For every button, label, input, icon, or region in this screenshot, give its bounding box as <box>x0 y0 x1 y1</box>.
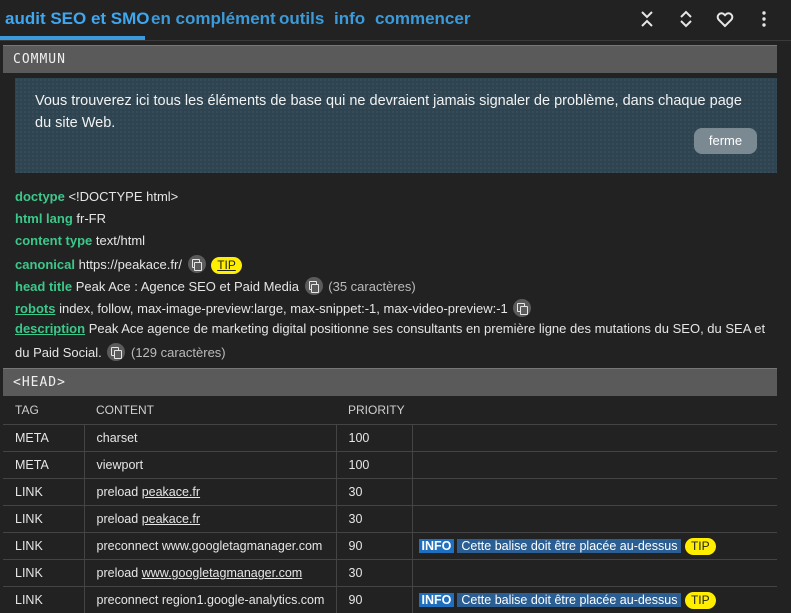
content-cell: viewport <box>84 452 336 479</box>
note-cell: INFOCette balise doit être placée au-des… <box>412 587 777 613</box>
priority-cell: 30 <box>336 479 412 506</box>
meta-html-lang: html lang fr-FR <box>15 211 106 226</box>
tag-cell: LINK <box>3 479 84 506</box>
char-count: (129 caractères) <box>131 345 226 360</box>
meta-value: fr-FR <box>76 211 106 226</box>
table-row: LINK preconnect www.googletagmanager.com… <box>3 533 777 560</box>
meta-head-title: head title Peak Ace : Agence SEO et Paid… <box>15 277 416 295</box>
tip-badge[interactable]: TIP <box>211 257 242 274</box>
info-badge: INFO <box>419 539 455 553</box>
table-row: LINK preload www.googletagmanager.com 30 <box>3 560 777 587</box>
collapse-all-icon[interactable] <box>637 9 657 29</box>
meta-value: du Paid Social. <box>15 345 102 360</box>
priority-cell: 90 <box>336 533 412 560</box>
notice-text: Vous trouverez ici tous les éléments de … <box>35 93 742 131</box>
note-cell <box>412 560 777 587</box>
table-row: META viewport 100 <box>3 452 777 479</box>
content-prefix: preload <box>97 485 139 499</box>
table-row: META charset 100 <box>3 425 777 452</box>
table-header-row: TAG CONTENT PRIORITY <box>3 396 777 425</box>
priority-cell: 100 <box>336 452 412 479</box>
column-header-empty <box>412 396 777 425</box>
tag-cell: LINK <box>3 560 84 587</box>
tag-cell: LINK <box>3 506 84 533</box>
meta-key: content type <box>15 233 92 248</box>
content-link[interactable]: www.googletagmanager.com <box>142 566 303 580</box>
content-link[interactable]: peakace.fr <box>142 512 200 526</box>
meta-value: <!DOCTYPE html> <box>68 189 178 204</box>
meta-content-type: content type text/html <box>15 233 145 248</box>
meta-description: description Peak Ace agence de marketing… <box>15 321 765 336</box>
meta-value: Peak Ace : Agence SEO et Paid Media <box>76 279 299 294</box>
note-cell: INFOCette balise doit être placée au-des… <box>412 533 777 560</box>
info-badge: INFO <box>419 593 455 607</box>
content-cell: preload peakace.fr <box>84 506 336 533</box>
tip-badge[interactable]: TIP <box>685 538 716 555</box>
priority-cell: 30 <box>336 506 412 533</box>
meta-value: index, follow, max-image-preview:large, … <box>59 301 508 316</box>
table-row: LINK preload peakace.fr 30 <box>3 479 777 506</box>
heart-icon[interactable] <box>715 9 735 29</box>
meta-robots: robots index, follow, max-image-preview:… <box>15 299 533 317</box>
info-message: Cette balise doit être placée au-dessus <box>457 539 681 553</box>
priority-cell: 30 <box>336 560 412 587</box>
tab-audit-seo[interactable]: audit SEO et SMO <box>5 9 150 29</box>
table-row: LINK preload peakace.fr 30 <box>3 506 777 533</box>
tag-cell: LINK <box>3 533 84 560</box>
info-message: Cette balise doit être placée au-dessus <box>457 593 681 607</box>
top-nav: audit SEO et SMO en complément outils in… <box>0 0 791 41</box>
content-cell: preload peakace.fr <box>84 479 336 506</box>
section-commun-header[interactable]: COMMUN <box>3 45 777 73</box>
description-link[interactable]: description <box>15 321 85 336</box>
note-cell <box>412 452 777 479</box>
more-vertical-icon[interactable] <box>754 9 774 29</box>
meta-value: https://peakace.fr/ <box>79 257 182 272</box>
copy-icon[interactable] <box>107 343 125 361</box>
note-cell <box>412 425 777 452</box>
column-header: PRIORITY <box>336 396 412 425</box>
content-prefix: preload <box>97 512 139 526</box>
meta-key: html lang <box>15 211 73 226</box>
content-prefix: preload <box>97 566 139 580</box>
meta-description-cont: du Paid Social. (129 caractères) <box>15 343 226 361</box>
meta-canonical: canonical https://peakace.fr/ TIP <box>15 255 242 274</box>
note-cell <box>412 506 777 533</box>
tab-commencer[interactable]: commencer <box>375 9 470 29</box>
tag-cell: LINK <box>3 587 84 613</box>
content-cell: preconnect www.googletagmanager.com <box>84 533 336 560</box>
tag-cell: META <box>3 425 84 452</box>
info-notice: Vous trouverez ici tous les éléments de … <box>15 78 777 173</box>
tag-cell: META <box>3 452 84 479</box>
head-tags-table: TAG CONTENT PRIORITY META charset 100 ME… <box>3 396 777 613</box>
meta-doctype: doctype <!DOCTYPE html> <box>15 189 178 204</box>
robots-link[interactable]: robots <box>15 301 55 316</box>
meta-value: text/html <box>96 233 145 248</box>
content-cell: preload www.googletagmanager.com <box>84 560 336 587</box>
tab-complement[interactable]: en complément <box>151 9 276 29</box>
tab-outils[interactable]: outils <box>279 9 324 29</box>
tip-badge[interactable]: TIP <box>685 592 716 609</box>
note-cell <box>412 479 777 506</box>
priority-cell: 90 <box>336 587 412 613</box>
content-cell: preconnect region1.google-analytics.com <box>84 587 336 613</box>
tab-info[interactable]: info <box>334 9 365 29</box>
meta-key: canonical <box>15 257 75 272</box>
column-header: CONTENT <box>84 396 336 425</box>
copy-icon[interactable] <box>188 255 206 273</box>
table-row: LINK preconnect region1.google-analytics… <box>3 587 777 613</box>
char-count: (35 caractères) <box>328 279 415 294</box>
meta-key: head title <box>15 279 72 294</box>
content-link[interactable]: peakace.fr <box>142 485 200 499</box>
close-notice-button[interactable]: ferme <box>694 128 757 154</box>
priority-cell: 100 <box>336 425 412 452</box>
expand-all-icon[interactable] <box>676 9 696 29</box>
copy-icon[interactable] <box>305 277 323 295</box>
meta-value: Peak Ace agence de marketing digital pos… <box>89 321 765 336</box>
column-header: TAG <box>3 396 84 425</box>
section-head-header[interactable]: <HEAD> <box>3 368 777 396</box>
copy-icon[interactable] <box>513 299 531 317</box>
active-tab-indicator <box>0 36 145 40</box>
meta-key: doctype <box>15 189 65 204</box>
content-cell: charset <box>84 425 336 452</box>
